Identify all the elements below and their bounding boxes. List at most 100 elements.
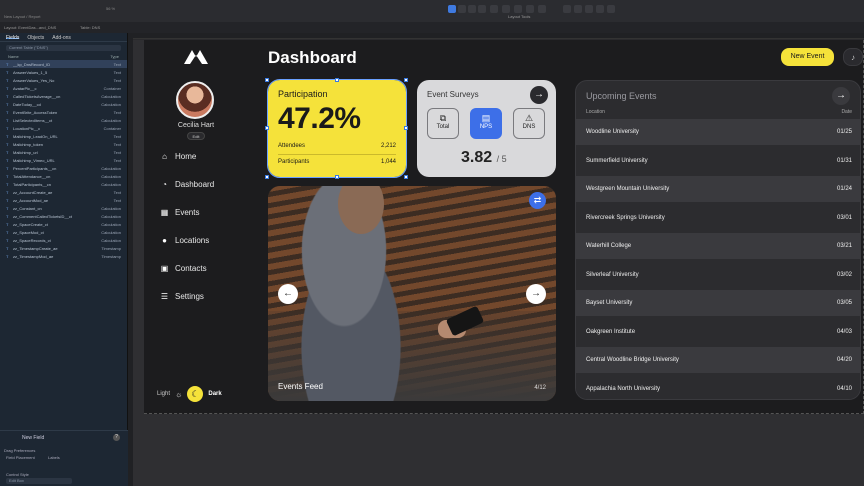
- tab-addons[interactable]: Add-ons: [52, 35, 71, 41]
- inspector-icon[interactable]: [607, 5, 615, 13]
- selection-handle[interactable]: [335, 175, 339, 179]
- app-logo: [182, 48, 210, 66]
- moon-icon[interactable]: ☾: [187, 386, 204, 402]
- previous-arrow-icon[interactable]: ←: [278, 284, 298, 304]
- field-row[interactable]: T Mailchimp_LeadOn_URL Text: [0, 132, 127, 140]
- field-type-icon: T: [6, 62, 9, 67]
- nav-home[interactable]: ⌂ Home: [160, 152, 196, 161]
- field-row[interactable]: T TotalAttendance__cn Calculation: [0, 172, 127, 180]
- field-row[interactable]: T PercentParticipants__cn Calculation: [0, 164, 127, 172]
- field-type: Calculation: [101, 213, 121, 219]
- layout-name[interactable]: New Layout / Report: [4, 14, 40, 19]
- col-type[interactable]: Type: [110, 54, 119, 60]
- event-row[interactable]: Bayset University 03/05: [576, 290, 860, 316]
- tab-fields[interactable]: Fields: [6, 35, 20, 41]
- nav-contacts[interactable]: ▣ Contacts: [160, 264, 207, 273]
- portal-tool-icon[interactable]: [514, 5, 522, 13]
- field-row[interactable]: Tzz_CommentCalledTicketsID__ct Calculatio…: [0, 212, 127, 220]
- field-row[interactable]: T Mailchimp_Vimeo_URL Text: [0, 156, 127, 164]
- survey-option-dns[interactable]: ⚠ DNS: [513, 108, 545, 139]
- control-style-select[interactable]: Edit Box: [6, 478, 72, 484]
- webviewer-tool-icon[interactable]: [538, 5, 546, 13]
- field-row[interactable]: T AvatarPic__c Container: [0, 84, 127, 92]
- field-row[interactable]: T ListSelectedItems__ct Calculation: [0, 116, 127, 124]
- col-name[interactable]: Name: [8, 54, 19, 60]
- field-tool-icon[interactable]: [490, 5, 498, 13]
- arrow-right-icon[interactable]: →: [530, 86, 548, 104]
- event-row[interactable]: Appalachia North University 04/10: [576, 375, 860, 399]
- field-row[interactable]: T DateToday__cd Calculation: [0, 100, 127, 108]
- field-row[interactable]: Tzz_SpaceRecords_ct Calculation: [0, 236, 127, 244]
- notifications-bell-icon[interactable]: ♪: [843, 48, 863, 66]
- event-row[interactable]: Silverleaf University 03/02: [576, 261, 860, 288]
- pointer-tool-icon[interactable]: [448, 5, 456, 13]
- survey-option-nps[interactable]: ▤ NPS: [470, 108, 502, 139]
- field-row[interactable]: Tzz_SpaceMod_ct Calculation: [0, 228, 127, 236]
- selection-handle[interactable]: [404, 126, 408, 130]
- event-row[interactable]: Westgreen Mountain University 01/24: [576, 176, 860, 202]
- layout-path[interactable]: Layout: EventDas...and_DNS: [4, 25, 56, 30]
- align-icon[interactable]: [563, 5, 571, 13]
- score-out-of: / 5: [496, 154, 507, 164]
- sun-icon[interactable]: ☼: [175, 390, 182, 399]
- participation-card[interactable]: Participation 47.2% Attendees 2,212 Part…: [267, 79, 407, 178]
- field-row[interactable]: T Mailchimp_url Text: [0, 148, 127, 156]
- zoom-level[interactable]: 56 %: [106, 6, 115, 11]
- field-row[interactable]: Tzz_AccountMod_ae Text: [0, 196, 127, 204]
- field-row[interactable]: Tzz_SpaceCreate_ct Calculation: [0, 220, 127, 228]
- event-row[interactable]: Central Woodline Bridge University 04/20: [576, 347, 860, 373]
- contacts-icon: ▣: [160, 264, 169, 273]
- text-tool-icon[interactable]: [458, 5, 466, 13]
- shape-tool-icon[interactable]: [478, 5, 486, 13]
- lock-icon[interactable]: [596, 5, 604, 13]
- tab-objects[interactable]: Objects: [27, 35, 44, 41]
- events-feed-card[interactable]: ⇄ ← → Events Feed 4/12: [268, 186, 556, 401]
- nav-settings[interactable]: ☰ Settings: [160, 292, 204, 301]
- event-row[interactable]: Waterhill College 03/21: [576, 233, 860, 259]
- table-selector[interactable]: Current Table ("DNS"): [6, 45, 121, 51]
- refresh-icon[interactable]: ⇄: [529, 192, 546, 209]
- field-type-icon: T: [6, 118, 9, 123]
- field-row[interactable]: T AnswerValues_1_5 Text: [0, 68, 127, 76]
- selection-handle[interactable]: [404, 78, 408, 82]
- help-icon[interactable]: ?: [113, 434, 120, 441]
- drag-preferences[interactable]: Drag Preferences: [4, 448, 35, 453]
- edit-profile-button[interactable]: Edit: [187, 132, 205, 140]
- distribute-icon[interactable]: [574, 5, 582, 13]
- survey-option-total[interactable]: ⧉ Total: [427, 108, 459, 139]
- field-row[interactable]: T AnswerValues_Yes_No Text: [0, 76, 127, 84]
- theme-toggle[interactable]: Light ☼ ☾ Dark: [157, 386, 222, 402]
- arrow-right-icon[interactable]: →: [832, 87, 850, 105]
- field-type: Text: [113, 141, 121, 147]
- event-row[interactable]: Rivercreek Springs University 03/01: [576, 204, 860, 231]
- chart-tool-icon[interactable]: [526, 5, 534, 13]
- next-arrow-icon[interactable]: →: [526, 284, 546, 304]
- field-row[interactable]: T __kp_DnsRecord_ID Text: [0, 60, 127, 68]
- field-row[interactable]: T LocationPic__c Container: [0, 124, 127, 132]
- selection-handle[interactable]: [335, 78, 339, 82]
- field-row[interactable]: T TotalParticipants__cn Calculation: [0, 180, 127, 188]
- event-date: 01/24: [836, 186, 852, 192]
- event-row[interactable]: Woodline University 01/25: [576, 119, 860, 145]
- new-event-button[interactable]: New Event: [781, 48, 834, 66]
- event-row[interactable]: Oakgreen Institute 04/03: [576, 318, 860, 345]
- field-row[interactable]: T Mailchimp_token Text: [0, 140, 127, 148]
- event-row[interactable]: Summerfield University 01/31: [576, 147, 860, 174]
- field-row[interactable]: T EventBrite_AccessToken Text: [0, 108, 127, 116]
- selection-handle[interactable]: [404, 175, 408, 179]
- group-icon[interactable]: [585, 5, 593, 13]
- field-row[interactable]: Tzz_TimestampMod_ae Timestamp: [0, 252, 127, 260]
- new-field-button[interactable]: New Field: [22, 435, 44, 441]
- nav-events[interactable]: ▦ Events: [160, 208, 200, 217]
- selection-handle[interactable]: [265, 126, 269, 130]
- field-row[interactable]: Tzz_AccountCreate_ae Text: [0, 188, 127, 196]
- selection-handle[interactable]: [265, 175, 269, 179]
- field-row[interactable]: Tzz_TimestampCreate_ae Timestamp: [0, 244, 127, 252]
- button-tool-icon[interactable]: [502, 5, 510, 13]
- field-row[interactable]: T CalledTicketsAverage__cn Calculation: [0, 92, 127, 100]
- field-row[interactable]: Tzz_Constant_cn Calculation: [0, 204, 127, 212]
- line-tool-icon[interactable]: [468, 5, 476, 13]
- selection-handle[interactable]: [265, 78, 269, 82]
- nav-locations[interactable]: ● Locations: [160, 236, 209, 245]
- nav-dashboard[interactable]: ◔ Dashboard: [160, 180, 214, 189]
